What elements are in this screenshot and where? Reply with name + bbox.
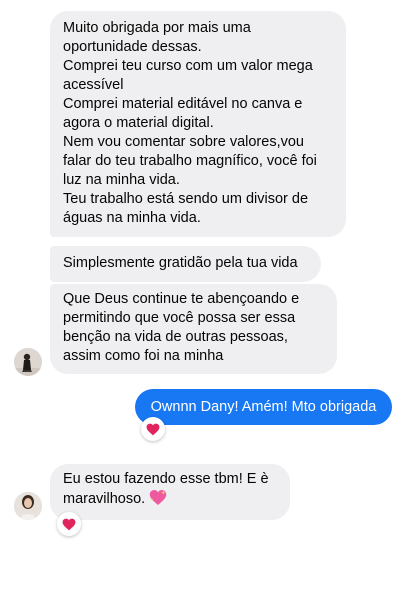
reaction-badge[interactable] [57, 512, 81, 536]
received-message-bubble[interactable]: Simplesmente gratidão pela tua vida [50, 246, 321, 282]
reaction-badge[interactable] [141, 417, 165, 441]
message-line: Comprei material editável no canva e ago… [63, 96, 303, 131]
sent-message-bubble[interactable]: Ownnn Dany! Amém! Mto obrigada [135, 389, 392, 425]
message-text: Que Deus continue te abençoando e permit… [63, 291, 300, 364]
received-message-bubble[interactable]: Eu estou fazendo esse tbm! E è maravilho… [50, 464, 290, 520]
red-heart-icon [62, 518, 76, 530]
message-line: Nem vou comentar sobre valores,vou falar… [63, 134, 317, 188]
avatar-photo-icon [14, 492, 42, 520]
message-line: Teu trabalho está sendo um divisor de ág… [63, 191, 309, 226]
message-line: Comprei teu curso com um valor mega aces… [63, 58, 313, 93]
sparkling-heart-icon [149, 489, 167, 512]
sender-avatar[interactable] [14, 348, 42, 376]
message-line: Muito obrigada por mais uma oportunidade… [63, 20, 251, 55]
red-heart-icon [146, 423, 160, 435]
message-text: Ownnn Dany! Amém! Mto obrigada [150, 399, 377, 415]
received-message-bubble[interactable]: Muito obrigada por mais uma oportunidade… [50, 11, 346, 237]
message-text: Eu estou fazendo esse tbm! E è maravilho… [63, 470, 278, 512]
avatar-photo-icon [14, 348, 42, 376]
received-message-bubble[interactable]: Que Deus continue te abençoando e permit… [50, 284, 337, 374]
message-text: Simplesmente gratidão pela tua vida [63, 255, 298, 271]
sender-avatar[interactable] [14, 492, 42, 520]
